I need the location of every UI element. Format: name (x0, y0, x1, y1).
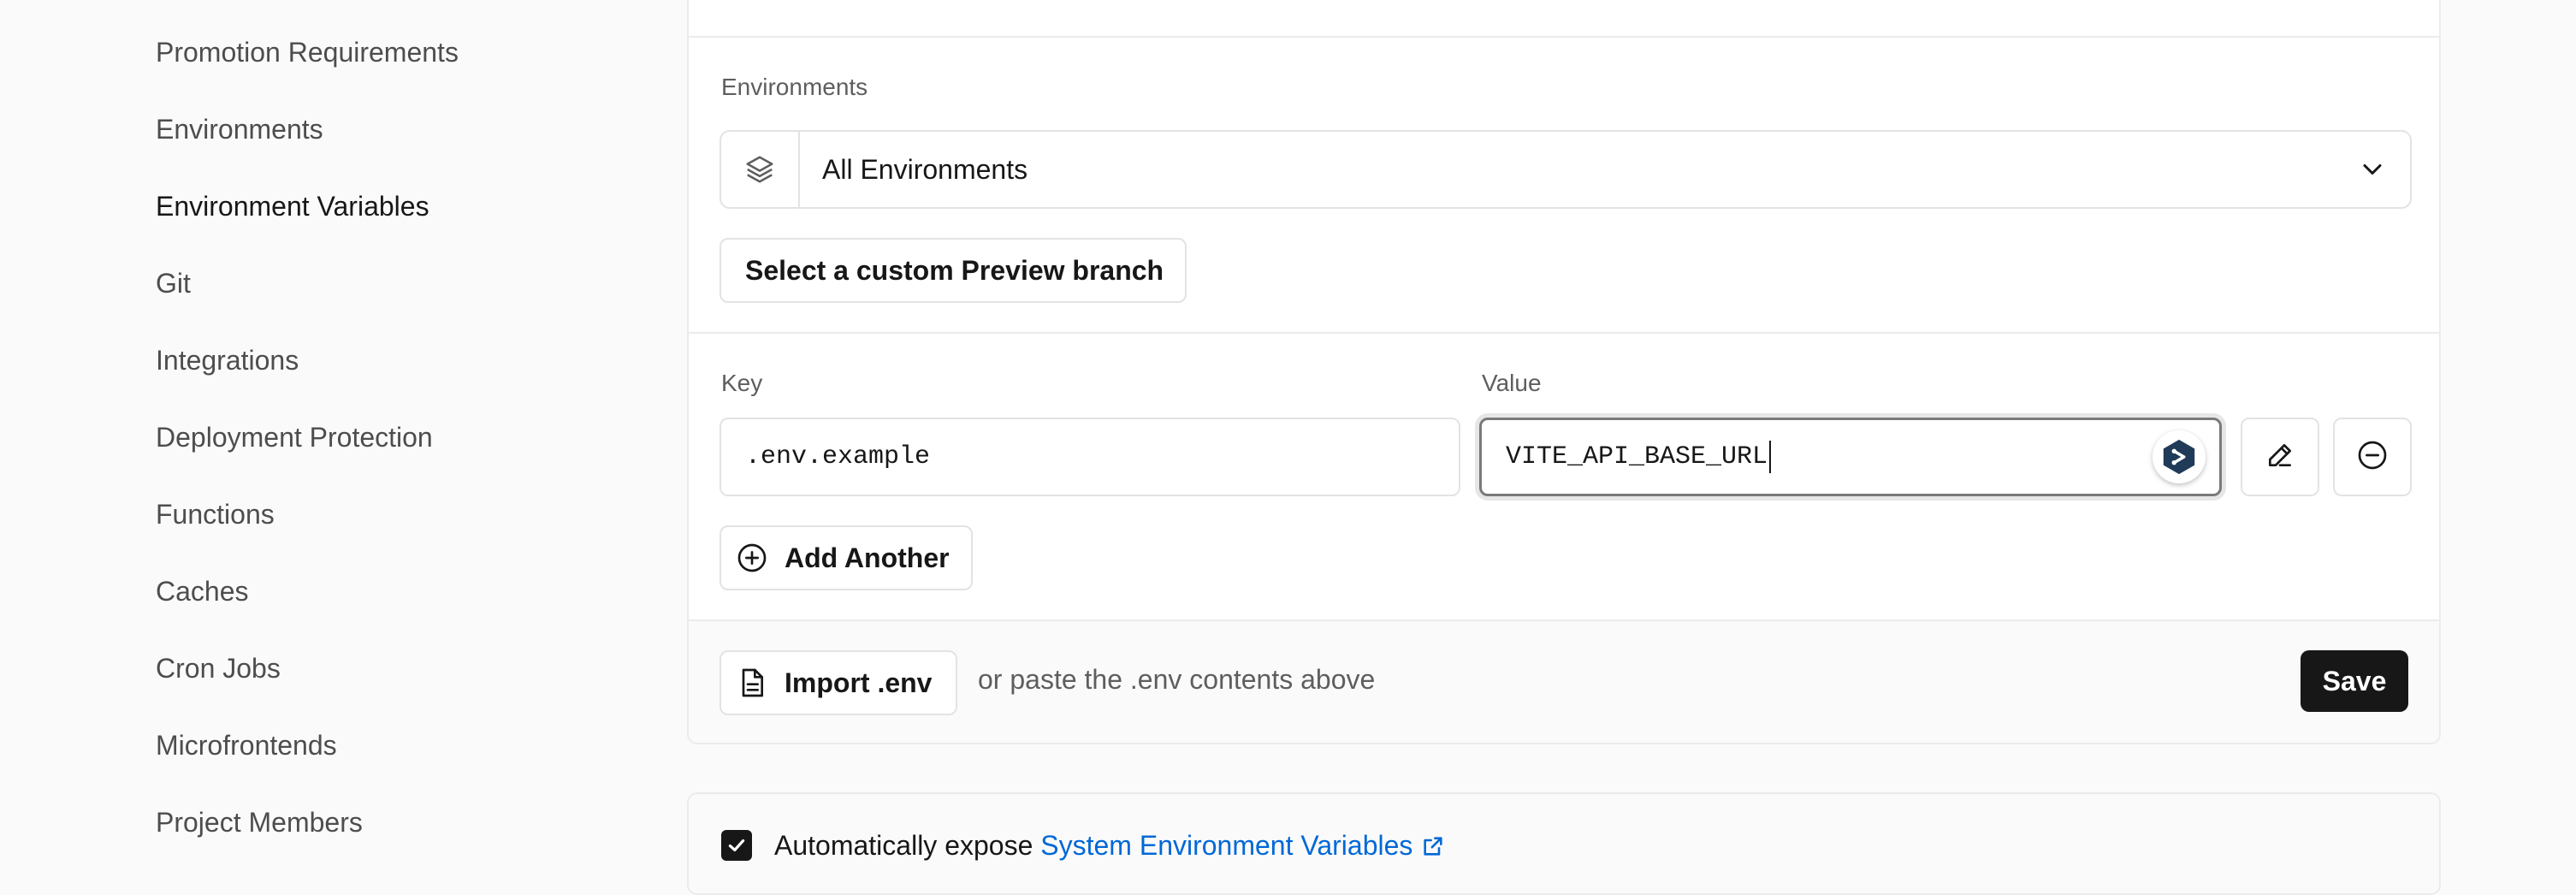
sidebar-item-integrations[interactable]: Integrations (156, 343, 299, 377)
custom-preview-branch-button[interactable]: Select a custom Preview branch (720, 238, 1187, 303)
sidebar-item-promotion-requirements[interactable]: Promotion Requirements (156, 35, 459, 69)
sidebar-item-caches[interactable]: Caches (156, 574, 249, 608)
sidebar-item-microfrontends[interactable]: Microfrontends (156, 728, 337, 762)
divider (689, 619, 2439, 621)
sidebar-item-cron-jobs[interactable]: Cron Jobs (156, 651, 281, 685)
env-var-form-card: Environments All Environments Select a c… (687, 0, 2441, 744)
settings-sidebar: Promotion Requirements Environments Envi… (0, 0, 684, 875)
sidebar-item-deployment-protection[interactable]: Deployment Protection (156, 420, 433, 454)
value-input-value: VITE_API_BASE_URL (1506, 442, 1768, 471)
file-icon (735, 666, 769, 700)
paste-hint-text: or paste the .env contents above (978, 664, 1376, 695)
check-icon (728, 839, 745, 852)
value-input[interactable]: VITE_API_BASE_URL (1479, 418, 2222, 496)
form-footer: Import .env or paste the .env contents a… (689, 619, 2439, 743)
system-env-card: Automatically expose System Environment … (687, 792, 2441, 895)
pencil-icon (2263, 438, 2297, 477)
divider (689, 36, 2439, 38)
system-env-link[interactable]: System Environment Variables (1040, 830, 1445, 861)
remove-row-button[interactable] (2333, 418, 2412, 496)
system-env-link-text: System Environment Variables (1040, 830, 1413, 861)
extension-badge-icon[interactable] (2153, 430, 2206, 483)
chevron-down-icon (2357, 154, 2388, 189)
layers-icon (721, 132, 800, 207)
edit-button[interactable] (2241, 418, 2319, 496)
import-env-button[interactable]: Import .env (720, 650, 957, 715)
text-caret (1769, 441, 1772, 473)
save-button[interactable]: Save (2301, 650, 2408, 712)
sidebar-item-project-members[interactable]: Project Members (156, 805, 363, 839)
environments-select[interactable]: All Environments (720, 130, 2412, 209)
sidebar-item-environment-variables[interactable]: Environment Variables (156, 189, 429, 223)
add-another-label: Add Another (785, 542, 950, 573)
plus-circle-icon (735, 541, 769, 575)
environments-select-value: All Environments (822, 154, 1028, 185)
external-link-icon (1421, 832, 1445, 866)
expose-text-prefix: Automatically expose (774, 830, 1041, 861)
environments-label: Environments (721, 74, 868, 100)
key-label: Key (721, 370, 763, 396)
key-input[interactable]: .env.example (720, 418, 1460, 496)
key-input-value: .env.example (745, 442, 931, 471)
add-another-button[interactable]: Add Another (720, 525, 973, 590)
minus-circle-icon (2355, 438, 2389, 477)
sidebar-item-environments[interactable]: Environments (156, 112, 323, 146)
value-label: Value (1482, 370, 1542, 396)
import-env-label: Import .env (785, 667, 933, 698)
sidebar-item-functions[interactable]: Functions (156, 497, 275, 531)
expose-system-env-checkbox[interactable] (721, 830, 752, 861)
sidebar-item-git[interactable]: Git (156, 266, 191, 300)
expose-system-env-text: Automatically expose System Environment … (774, 828, 1445, 866)
divider (689, 332, 2439, 334)
